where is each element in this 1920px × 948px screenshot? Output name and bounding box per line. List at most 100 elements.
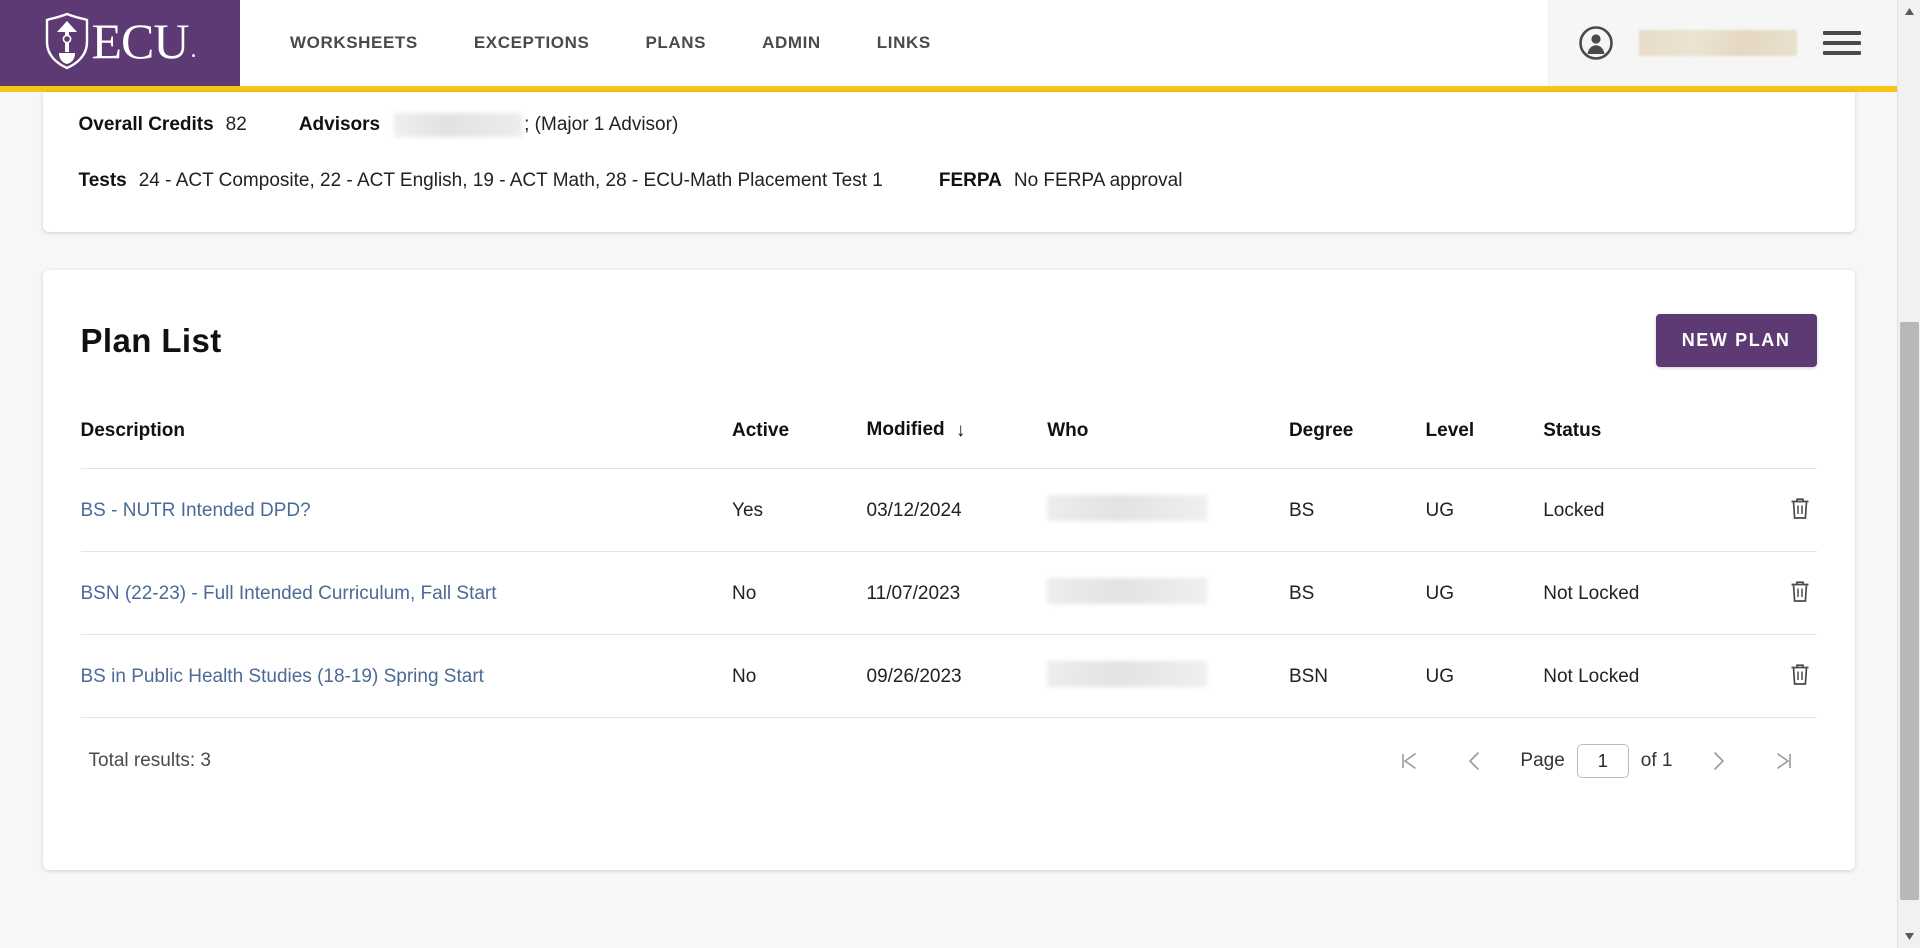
previous-page-button[interactable] [1442,744,1508,778]
plan-who-cell [1047,469,1289,552]
student-info-row-tests: Tests 24 - ACT Composite, 22 - ACT Engli… [79,164,1819,198]
plan-level-cell: UG [1425,665,1455,687]
user-name-label [1639,30,1797,56]
application-window: ECU . WORKSHEETS EXCEPTIONS PLANS ADMIN … [0,0,1920,948]
total-results-label: Total results: 3 [88,750,212,771]
sort-descending-icon: ↓ [955,420,966,441]
plan-level-cell: UG [1425,582,1455,604]
page-title: Plan List [80,321,222,359]
page-label: Page [1520,750,1565,771]
plan-who-cell [1047,552,1289,635]
trash-icon [1789,581,1811,607]
plan-degree-cell: BS [1288,582,1315,604]
advisors-label: Advisors [298,114,381,135]
table-row[interactable]: BS in Public Health Studies (18-19) Spri… [80,634,1817,718]
column-header-actions [1743,419,1817,469]
last-page-icon [1773,753,1795,775]
main-navigation: WORKSHEETS EXCEPTIONS PLANS ADMIN LINKS [240,0,1548,86]
scroll-up-button[interactable] [1898,0,1920,23]
plan-active-cell: No [732,582,757,604]
page-number-input[interactable] [1576,744,1629,778]
overall-credits-value: 82 [225,114,247,135]
column-header-active[interactable]: Active [732,419,867,469]
hamburger-menu-icon[interactable] [1823,29,1861,57]
plan-list-table: Description Active Modified ↓ Who Degree… [80,419,1817,718]
previous-page-icon [1464,752,1486,775]
column-header-modified-label: Modified [866,419,945,440]
ferpa-value: No FERPA approval [1013,170,1183,191]
new-plan-button[interactable]: NEW PLAN [1655,314,1817,367]
nav-worksheets[interactable]: WORKSHEETS [262,23,446,63]
column-header-description[interactable]: Description [81,419,733,469]
student-info-card: Overall Credits 82 Advisors ; (Major 1 A… [42,92,1855,232]
plan-list-card: Plan List NEW PLAN Description Active Mo… [42,270,1855,870]
page-content: Overall Credits 82 Advisors ; (Major 1 A… [0,92,1897,948]
scrollbar-thumb[interactable] [1900,322,1919,900]
plan-link[interactable]: BSN (22-23) - Full Intended Curriculum, … [81,583,497,604]
plan-modified-cell: 09/26/2023 [866,665,962,687]
plan-who-value [1047,577,1208,604]
plan-description-cell: BS - NUTR Intended DPD? [81,469,733,552]
nav-plans[interactable]: PLANS [617,23,734,63]
ecu-logo[interactable]: ECU . [0,0,240,86]
pagination-controls: Page of 1 [1376,744,1816,778]
app-header: ECU . WORKSHEETS EXCEPTIONS PLANS ADMIN … [0,0,1897,86]
trash-icon [1789,498,1811,524]
ecu-logo-period: . [190,37,197,63]
plan-active-cell: No [732,665,757,687]
chevron-down-icon [1904,928,1915,946]
plan-link[interactable]: BS in Public Health Studies (18-19) Spri… [81,666,484,687]
table-body: BS - NUTR Intended DPD? Yes 03/12/2024 B… [80,468,1817,718]
last-page-button[interactable] [1751,744,1817,778]
page-total-label: of 1 [1640,750,1673,771]
plan-level-cell: UG [1425,499,1455,521]
scroll-down-button[interactable] [1898,925,1920,948]
plan-active-cell: Yes [732,499,764,521]
column-header-level[interactable]: Level [1426,419,1544,469]
nav-exceptions[interactable]: EXCEPTIONS [446,23,618,63]
nav-links[interactable]: LINKS [849,23,959,63]
plan-link[interactable]: BS - NUTR Intended DPD? [81,500,311,521]
plan-degree-cell: BSN [1288,665,1329,687]
delete-plan-button[interactable] [1783,660,1817,689]
advisor-name-value [394,113,523,137]
column-header-status[interactable]: Status [1543,419,1743,469]
table-row[interactable]: BS - NUTR Intended DPD? Yes 03/12/2024 B… [80,468,1817,552]
first-page-icon [1398,753,1420,775]
page-scrollbar[interactable] [1897,0,1920,948]
tests-value: 24 - ACT Composite, 22 - ACT English, 19… [138,170,883,191]
plan-status-cell: Locked [1543,499,1605,521]
plan-description-cell: BS in Public Health Studies (18-19) Spri… [81,635,733,718]
delete-plan-button[interactable] [1783,494,1817,523]
column-header-degree[interactable]: Degree [1289,419,1426,469]
trash-icon [1789,664,1811,690]
plan-description-cell: BSN (22-23) - Full Intended Curriculum, … [81,552,733,635]
plan-modified-cell: 03/12/2024 [866,499,962,521]
column-header-modified[interactable]: Modified ↓ [867,419,1048,469]
chevron-up-icon [1904,3,1915,21]
nav-admin[interactable]: ADMIN [734,23,849,63]
delete-plan-button[interactable] [1783,577,1817,606]
plan-list-footer: Total results: 3 Page 1 of 1 [80,717,1817,784]
plan-who-value [1047,494,1208,521]
plan-who-cell [1047,635,1289,718]
plan-actions-cell [1743,635,1817,718]
plan-degree-cell: BS [1288,499,1315,521]
table-header: Description Active Modified ↓ Who Degree… [81,419,1817,469]
student-info-row-credits: Overall Credits 82 Advisors ; (Major 1 A… [79,108,1819,142]
plan-list-header: Plan List NEW PLAN [81,300,1817,377]
plan-who-value [1047,660,1208,687]
ecu-shield-icon [44,12,90,70]
next-page-button[interactable] [1685,744,1751,778]
overall-credits-label: Overall Credits [78,114,214,135]
first-page-button[interactable] [1376,744,1442,778]
user-avatar-icon[interactable] [1579,26,1613,60]
column-header-who[interactable]: Who [1047,419,1289,469]
plan-modified-cell: 11/07/2023 [866,582,961,604]
tests-label: Tests [78,170,127,191]
plan-actions-cell [1743,469,1817,552]
ecu-logo-text: ECU [91,13,190,69]
table-header-row: Description Active Modified ↓ Who Degree… [81,419,1817,469]
plan-actions-cell [1743,552,1817,635]
table-row[interactable]: BSN (22-23) - Full Intended Curriculum, … [80,551,1817,635]
